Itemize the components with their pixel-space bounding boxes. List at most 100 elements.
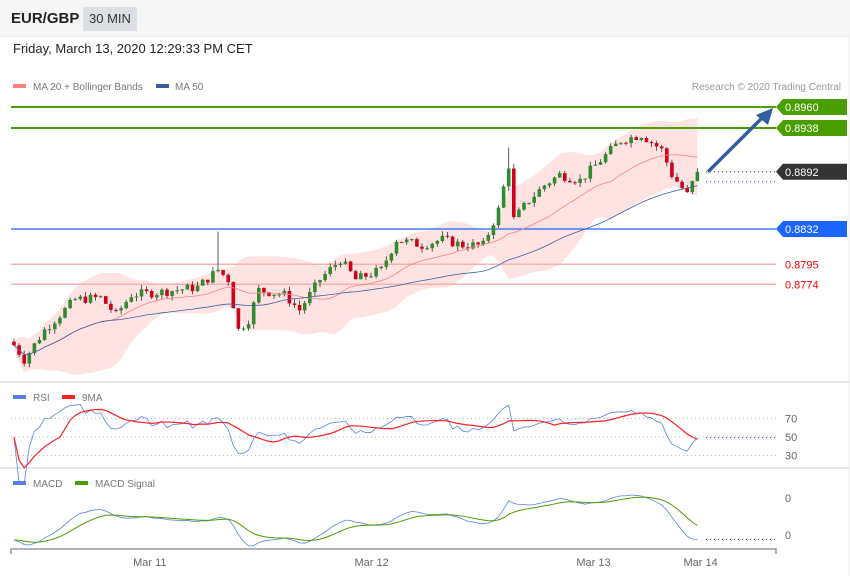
- candle-body: [491, 225, 496, 236]
- candle-body: [450, 236, 455, 247]
- candle-body: [287, 290, 292, 304]
- candle-body: [343, 261, 348, 264]
- candle-body: [272, 294, 276, 296]
- x-tick-label: Mar 12: [355, 557, 389, 569]
- candle-body: [537, 189, 542, 197]
- candle-body: [124, 301, 128, 309]
- candle-body: [384, 260, 389, 267]
- candle-body: [129, 297, 134, 302]
- candle-body: [175, 290, 179, 292]
- main-legend: MA 20 + Bollinger Bands MA 50 Research ©…: [13, 82, 841, 93]
- macd-tick: 0: [785, 530, 791, 542]
- macd-panel: 00: [13, 493, 791, 547]
- candle-body: [313, 282, 317, 293]
- macd-swatch: [13, 481, 26, 485]
- candle-body: [430, 243, 434, 249]
- candle-body: [328, 267, 332, 274]
- level-label: 0.8960: [785, 102, 819, 114]
- candle-body: [241, 328, 246, 330]
- candle-body: [598, 162, 603, 165]
- copyright: Research © 2020 Trading Central: [692, 82, 841, 93]
- x-axis-line: [10, 548, 777, 554]
- candle-body: [415, 239, 419, 247]
- candle-body: [364, 273, 368, 277]
- rsi-legend: RSI 9MA: [13, 393, 103, 404]
- candle-body: [190, 284, 195, 292]
- candle-body: [542, 185, 547, 190]
- candle-body: [47, 329, 52, 331]
- candle-body: [195, 285, 200, 292]
- candle-body: [98, 296, 103, 298]
- candle: [512, 164, 516, 220]
- candle-body: [323, 273, 327, 281]
- candle-body: [573, 182, 577, 184]
- bollinger-fill: [14, 118, 698, 375]
- candle-body: [104, 296, 108, 304]
- candle-body: [593, 164, 598, 166]
- bollinger-band: [14, 118, 698, 375]
- rsi-tick: 50: [785, 432, 797, 444]
- candle-body: [619, 142, 623, 144]
- candle-body: [634, 137, 638, 140]
- candle-body: [670, 162, 674, 178]
- chart-svg: MA 20 + Bollinger Bands MA 50 Research ©…: [0, 36, 850, 576]
- candle-body: [93, 294, 98, 298]
- chart-widget: EUR/GBP 30 MIN Friday, March 13, 2020 12…: [0, 0, 850, 576]
- candle-body: [63, 308, 67, 318]
- candle: [450, 235, 455, 247]
- candle: [506, 147, 511, 191]
- candle-body: [675, 177, 679, 182]
- candle-body: [649, 142, 654, 144]
- candle-body: [527, 202, 531, 204]
- candle-body: [557, 173, 562, 178]
- candle-body: [435, 240, 440, 244]
- candle-body: [517, 209, 521, 218]
- candle-body: [644, 138, 649, 143]
- candle-body: [221, 270, 225, 275]
- candle-body: [338, 263, 343, 266]
- x-axis: Mar 11 Mar 12 Mar 13 Mar 14: [10, 548, 777, 569]
- candle-body: [58, 317, 62, 324]
- level-label: 0.8774: [785, 279, 819, 291]
- legend-rsi: RSI: [33, 393, 50, 404]
- candle-body: [496, 207, 501, 226]
- candle-body: [547, 183, 552, 186]
- candle: [216, 231, 220, 273]
- ma20-swatch: [13, 84, 26, 88]
- candle-body: [292, 303, 297, 305]
- candle-body: [78, 296, 83, 300]
- candle-body: [568, 180, 572, 183]
- candle-body: [119, 308, 123, 311]
- candle-body: [410, 239, 414, 241]
- legend-ma20: MA 20 + Bollinger Bands: [33, 82, 143, 93]
- candle-body: [226, 274, 230, 283]
- candle: [12, 338, 16, 346]
- candle-body: [262, 287, 266, 293]
- candle-body: [114, 309, 118, 311]
- candle-body: [440, 235, 445, 241]
- candle-body: [629, 137, 633, 144]
- candle-body: [394, 241, 399, 254]
- legend-ma50: MA 50: [175, 82, 204, 93]
- candle-body: [659, 146, 664, 149]
- candle-body: [512, 168, 516, 218]
- candle-body: [257, 287, 261, 303]
- candle-body: [149, 290, 154, 298]
- rsi-panel: 70 50 30: [11, 404, 797, 484]
- candle: [200, 278, 205, 286]
- candle: [104, 295, 108, 305]
- candle-body: [297, 304, 302, 311]
- macd-legend: MACD MACD Signal: [13, 479, 155, 490]
- candle-body: [83, 296, 88, 303]
- candle-body: [185, 284, 190, 290]
- candle-body: [88, 294, 93, 303]
- x-tick-label: Mar 14: [683, 557, 717, 569]
- candle-body: [42, 329, 47, 340]
- candle-body: [369, 276, 373, 278]
- candle: [211, 267, 215, 284]
- candle-body: [476, 242, 480, 245]
- candle-body: [563, 173, 567, 181]
- level-label: 0.8795: [785, 259, 819, 271]
- candle-body: [348, 261, 353, 272]
- candle-body: [399, 241, 404, 243]
